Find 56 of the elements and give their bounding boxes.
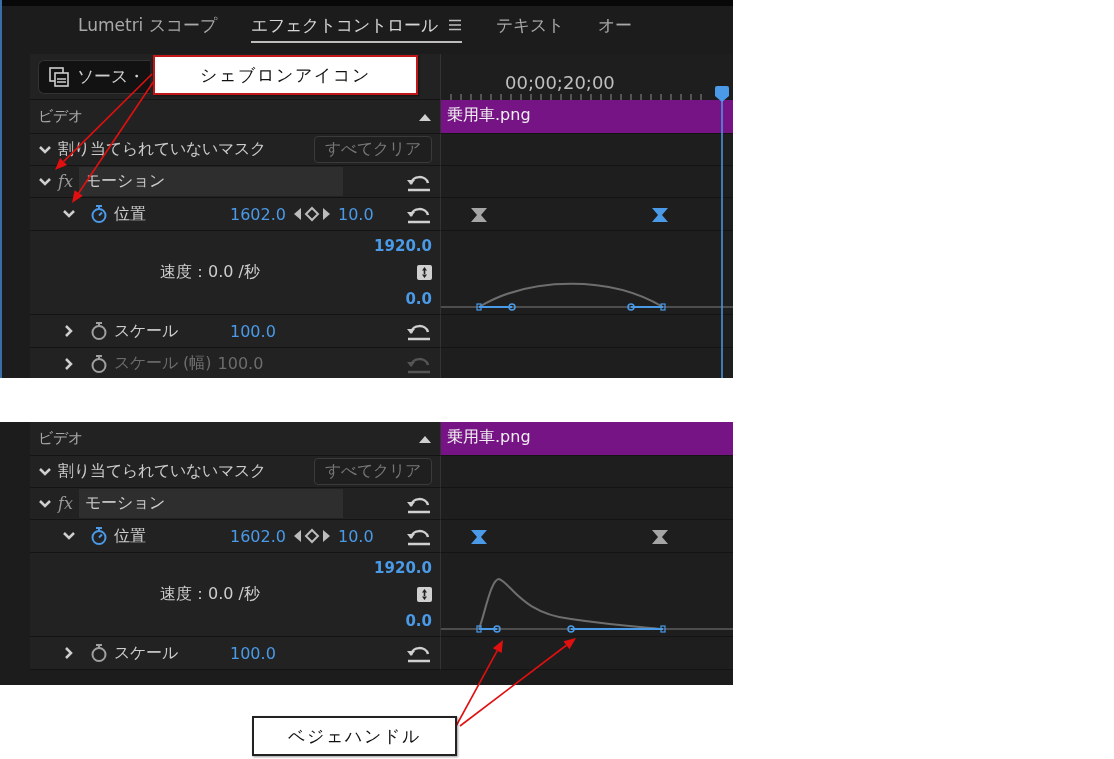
property-value[interactable]: 100.0 bbox=[230, 321, 276, 341]
property-value[interactable]: 10.0 bbox=[338, 204, 374, 224]
property-label: スケール bbox=[114, 642, 179, 664]
bezier-handle[interactable] bbox=[567, 625, 666, 633]
panel-tab[interactable]: エフェクトコントロール bbox=[250, 9, 462, 43]
property-label: スケール bbox=[114, 320, 179, 342]
stopwatch-icon[interactable] bbox=[90, 643, 108, 663]
min-value: 0.0 bbox=[405, 611, 432, 630]
clip-bar[interactable]: 乗用車.png bbox=[441, 100, 733, 133]
property-label: 位置 bbox=[114, 525, 147, 547]
updown-icon[interactable] bbox=[417, 587, 432, 602]
stopwatch-icon[interactable] bbox=[90, 204, 108, 224]
updown-icon[interactable] bbox=[417, 265, 432, 280]
speed-readout: 速度：0.0 /秒 bbox=[159, 262, 261, 283]
keyframe-icon[interactable] bbox=[470, 207, 488, 223]
fx-badge[interactable]: fx bbox=[58, 494, 73, 513]
min-value: 0.0 bbox=[405, 289, 432, 308]
effect-name: モーション bbox=[78, 167, 343, 196]
property-value[interactable]: 10.0 bbox=[338, 526, 374, 546]
keyframe-nav-icon[interactable] bbox=[292, 206, 332, 222]
bezier-handle[interactable] bbox=[627, 303, 666, 311]
stopwatch-icon[interactable] bbox=[90, 526, 108, 546]
mask-label: 割り当てられていないマスク bbox=[58, 139, 266, 160]
timecode: 00;00;20;00 bbox=[505, 72, 615, 93]
stopwatch-icon[interactable] bbox=[90, 321, 108, 341]
keyframe-icon[interactable] bbox=[651, 207, 669, 223]
callout-label: ベジェハンドル bbox=[252, 716, 457, 756]
panel-tab[interactable]: テキスト bbox=[495, 9, 564, 43]
source-dropdown[interactable]: ソース・ bbox=[38, 59, 150, 94]
clear-all-button[interactable]: すべてクリア bbox=[314, 136, 432, 163]
callout-label: シェブロンアイコン bbox=[153, 55, 418, 95]
keyframe-nav-icon[interactable] bbox=[292, 528, 332, 544]
playhead[interactable] bbox=[714, 86, 730, 378]
clear-all-button[interactable]: すべてクリア bbox=[314, 458, 432, 485]
keyframe-icon[interactable] bbox=[470, 529, 488, 545]
clip-bar[interactable]: 乗用車.png bbox=[441, 422, 733, 455]
max-value: 1920.0 bbox=[374, 559, 432, 578]
section-heading: ビデオ bbox=[38, 429, 84, 448]
property-value[interactable]: 1602.0 bbox=[230, 204, 286, 224]
menu-icon[interactable] bbox=[447, 19, 462, 31]
property-value[interactable]: 1602.0 bbox=[230, 526, 286, 546]
max-value: 1920.0 bbox=[374, 237, 432, 256]
property-value[interactable]: 100.0 bbox=[230, 643, 276, 663]
keyframe-icon[interactable] bbox=[651, 529, 669, 545]
bezier-handle[interactable] bbox=[476, 625, 501, 633]
fx-badge[interactable]: fx bbox=[58, 172, 73, 191]
property-label: 位置 bbox=[114, 203, 147, 225]
clip-icon bbox=[49, 66, 69, 87]
panel-tab[interactable]: オー bbox=[597, 9, 632, 43]
panel-tab[interactable]: Lumetri スコープ bbox=[78, 9, 217, 43]
effect-name: モーション bbox=[78, 489, 343, 518]
bezier-handle[interactable] bbox=[476, 303, 516, 311]
mask-label: 割り当てられていないマスク bbox=[58, 461, 266, 482]
section-heading: ビデオ bbox=[38, 107, 84, 126]
property-label: スケール (幅) bbox=[114, 353, 212, 374]
speed-readout: 速度：0.0 /秒 bbox=[159, 584, 261, 605]
